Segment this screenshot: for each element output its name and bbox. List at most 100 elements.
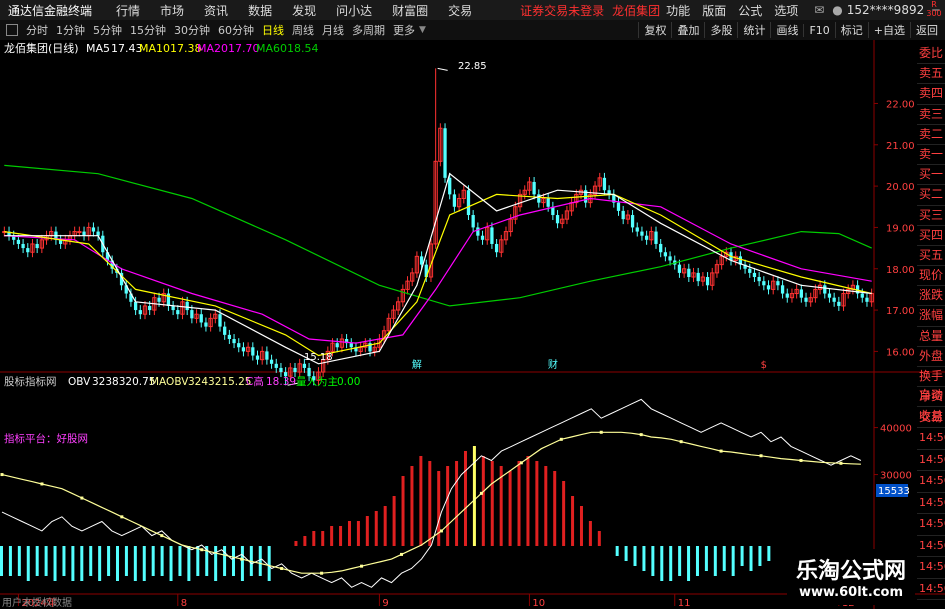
tf-more[interactable]: 更多 [389, 22, 419, 38]
maobv-dot [240, 557, 244, 561]
tf-30min[interactable]: 30分钟 [170, 22, 214, 38]
side-label[interactable]: 涨幅 [917, 306, 945, 327]
hist-bar [53, 546, 57, 581]
watermark-brand: 乐淘公式网 [795, 559, 906, 584]
tf-monthly[interactable]: 月线 [318, 22, 348, 38]
current-value-badge: 15533 [876, 484, 910, 497]
side-time[interactable]: 交易 [917, 407, 945, 428]
hist-bar [312, 531, 316, 546]
side-time[interactable]: 14:56 [917, 428, 945, 450]
side-time[interactable]: 14:56 [917, 579, 945, 600]
user-icon[interactable]: ● [832, 3, 842, 17]
side-time[interactable]: 14:56 [917, 450, 945, 471]
mail-icon[interactable]: ✉ [814, 3, 824, 17]
event-marker[interactable]: $ [761, 360, 767, 371]
hist-bar [669, 546, 673, 581]
side-label[interactable]: 现价 [917, 266, 945, 287]
side-label[interactable]: 卖一 [917, 145, 945, 166]
f10-button[interactable]: F10 [803, 23, 834, 37]
hist-bar [544, 466, 548, 546]
side-label[interactable]: 外盘 [917, 347, 945, 367]
add-watchlist-button[interactable]: +自选 [867, 22, 910, 38]
side-label[interactable]: 涨跌 [917, 286, 945, 307]
maobv-dot [320, 571, 324, 575]
tf-60min[interactable]: 60分钟 [214, 22, 258, 38]
ma60-name: MA60 [256, 42, 287, 55]
hist-bar [26, 546, 30, 581]
svg-text:15533: 15533 [878, 486, 910, 497]
login-notice[interactable]: 证券交易未登录 [520, 2, 604, 19]
side-label[interactable]: 卖五 [917, 64, 945, 85]
menu-data[interactable]: 数据 [238, 2, 282, 19]
adjust-button[interactable]: 复权 [638, 22, 671, 38]
menu-quotes[interactable]: 行情 [106, 2, 150, 19]
side-time[interactable]: 14:56 [917, 493, 945, 514]
maobv-dot [200, 548, 204, 552]
app-title: 通达信金融终端 [8, 3, 93, 18]
menu-market[interactable]: 市场 [150, 2, 194, 19]
side-time[interactable]: 14:56 [917, 471, 945, 493]
side-time[interactable]: 14:56 [917, 514, 945, 536]
side-label[interactable]: 卖四 [917, 84, 945, 105]
hist-bar [71, 546, 75, 581]
price-legend: 龙佰集团(日线) MA5 17.43 MA10 17.38 MA20 17.70… [4, 41, 319, 55]
user-account[interactable]: 152****9892 [847, 3, 924, 17]
side-label[interactable]: 买二 [917, 185, 945, 206]
chart-area[interactable]: 16.0017.0018.0019.0020.0021.0022.00解财 $20… [0, 40, 945, 609]
tf-weekly[interactable]: 周线 [288, 22, 318, 38]
period-toolbar: 分时 1分钟 5分钟 15分钟 30分钟 60分钟 日线 周线 月线 多周期 更… [0, 20, 945, 41]
price-tick-label: 19.00 [886, 223, 915, 234]
chevron-down-icon[interactable]: ▼ [419, 25, 426, 35]
hist-bar [615, 546, 619, 556]
hist-bar [178, 546, 182, 576]
event-marker[interactable]: 财 [548, 358, 558, 371]
draw-button[interactable]: 画线 [770, 22, 803, 38]
hist-bar [107, 546, 111, 576]
price-tick-label: 18.00 [886, 265, 915, 276]
price-tick-label: 22.00 [886, 99, 915, 110]
side-time[interactable]: 14:56 [917, 536, 945, 557]
hist-bar [704, 546, 708, 571]
menu-function[interactable]: 功能 [660, 2, 696, 19]
tf-daily[interactable]: 日线 [258, 22, 288, 38]
side-time[interactable]: 自动 [917, 385, 945, 407]
hist-bar [330, 526, 334, 546]
hist-bar [767, 546, 771, 561]
hist-bar [695, 546, 699, 576]
side-label[interactable]: 总量 [917, 327, 945, 347]
overlay-button[interactable]: 叠加 [671, 22, 704, 38]
side-label[interactable]: 买四 [917, 226, 945, 246]
hist-bar [231, 546, 235, 576]
hist-bar [115, 546, 119, 581]
tf-intraday[interactable]: 分时 [22, 22, 52, 38]
menu-options[interactable]: 选项 [768, 2, 804, 19]
tf-15min[interactable]: 15分钟 [126, 22, 170, 38]
hist-bar [142, 546, 146, 581]
side-label[interactable]: 买一 [917, 165, 945, 186]
side-label[interactable]: 卖二 [917, 125, 945, 145]
menu-wealth[interactable]: 财富圈 [382, 2, 438, 19]
side-label[interactable]: 委比 [917, 44, 945, 65]
multi-stock-button[interactable]: 多股 [704, 22, 737, 38]
hist-bar [214, 546, 218, 581]
side-time[interactable]: 14:56 [917, 557, 945, 579]
side-label[interactable]: 买五 [917, 246, 945, 267]
mark-button[interactable]: 标记 [834, 22, 868, 38]
menu-discover[interactable]: 发现 [282, 2, 326, 19]
menu-formula[interactable]: 公式 [732, 2, 768, 19]
hist-bar [713, 546, 717, 576]
side-label[interactable]: 卖三 [917, 105, 945, 125]
stats-button[interactable]: 统计 [737, 22, 770, 38]
tf-5min[interactable]: 5分钟 [89, 22, 126, 38]
back-button[interactable]: 返回 [910, 22, 943, 38]
menu-ask[interactable]: 问小达 [326, 2, 382, 19]
menu-trade[interactable]: 交易 [438, 2, 482, 19]
side-label[interactable]: 买三 [917, 206, 945, 226]
event-marker[interactable]: 解 [412, 358, 422, 371]
tf-multi[interactable]: 多周期 [348, 22, 389, 38]
tf-1min[interactable]: 1分钟 [52, 22, 89, 38]
stock-notice[interactable]: 龙佰集团 [612, 2, 660, 19]
menu-layout[interactable]: 版面 [696, 2, 732, 19]
menu-news[interactable]: 资讯 [194, 2, 238, 19]
price-tick-label: 17.00 [886, 306, 915, 317]
